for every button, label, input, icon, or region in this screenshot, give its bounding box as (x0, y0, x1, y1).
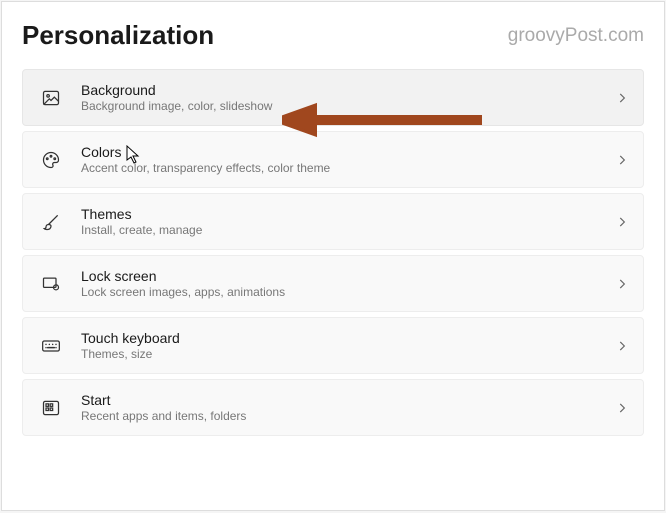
settings-list: Background Background image, color, slid… (22, 69, 644, 436)
item-subtitle: Recent apps and items, folders (81, 409, 615, 423)
setting-item-touchkeyboard[interactable]: Touch keyboard Themes, size (22, 317, 644, 374)
chevron-right-icon (615, 277, 629, 291)
text-wrap: Start Recent apps and items, folders (81, 392, 615, 423)
setting-item-themes[interactable]: Themes Install, create, manage (22, 193, 644, 250)
setting-item-lockscreen[interactable]: Lock screen Lock screen images, apps, an… (22, 255, 644, 312)
chevron-right-icon (615, 339, 629, 353)
item-title: Start (81, 392, 615, 408)
lockscreen-icon (37, 270, 65, 298)
item-title: Colors (81, 144, 615, 160)
picture-icon (37, 84, 65, 112)
text-wrap: Lock screen Lock screen images, apps, an… (81, 268, 615, 299)
item-title: Lock screen (81, 268, 615, 284)
item-subtitle: Install, create, manage (81, 223, 615, 237)
item-title: Background (81, 82, 615, 98)
item-title: Touch keyboard (81, 330, 615, 346)
page-title: Personalization (22, 20, 214, 51)
watermark: groovyPost.com (508, 25, 644, 47)
item-subtitle: Themes, size (81, 347, 615, 361)
setting-item-colors[interactable]: Colors Accent color, transparency effect… (22, 131, 644, 188)
chevron-right-icon (615, 153, 629, 167)
palette-icon (37, 146, 65, 174)
chevron-right-icon (615, 91, 629, 105)
settings-window: Personalization groovyPost.com Backgroun… (1, 1, 665, 511)
text-wrap: Touch keyboard Themes, size (81, 330, 615, 361)
brush-icon (37, 208, 65, 236)
item-title: Themes (81, 206, 615, 222)
header: Personalization groovyPost.com (22, 20, 644, 51)
keyboard-icon (37, 332, 65, 360)
start-icon (37, 394, 65, 422)
setting-item-start[interactable]: Start Recent apps and items, folders (22, 379, 644, 436)
text-wrap: Background Background image, color, slid… (81, 82, 615, 113)
setting-item-background[interactable]: Background Background image, color, slid… (22, 69, 644, 126)
chevron-right-icon (615, 401, 629, 415)
item-subtitle: Lock screen images, apps, animations (81, 285, 615, 299)
item-subtitle: Accent color, transparency effects, colo… (81, 161, 615, 175)
item-subtitle: Background image, color, slideshow (81, 99, 615, 113)
text-wrap: Colors Accent color, transparency effect… (81, 144, 615, 175)
chevron-right-icon (615, 215, 629, 229)
text-wrap: Themes Install, create, manage (81, 206, 615, 237)
